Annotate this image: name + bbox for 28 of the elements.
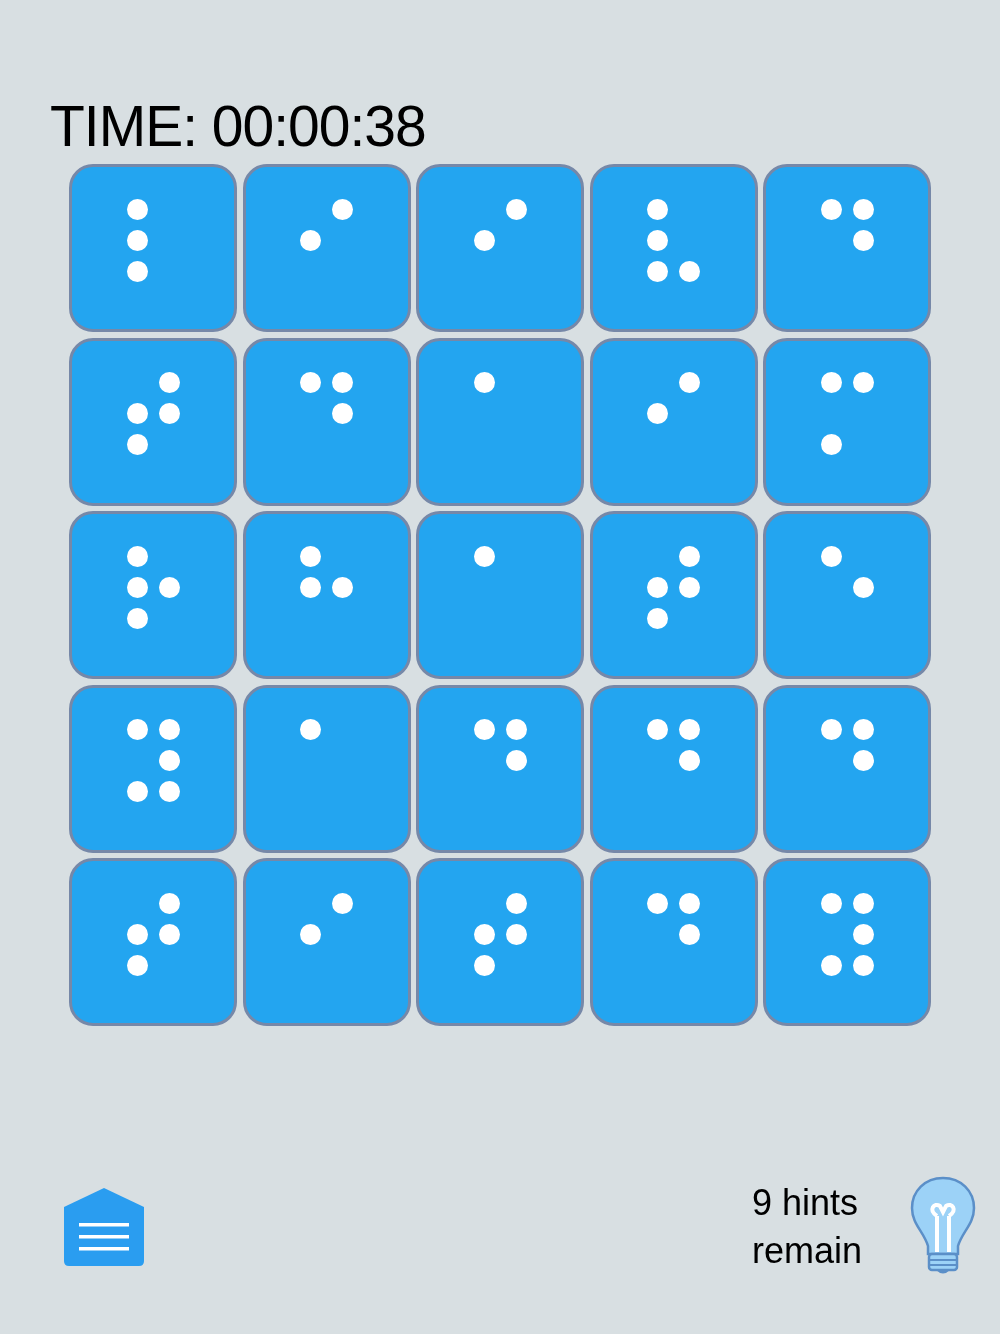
braille-tile[interactable]: [416, 684, 584, 853]
braille-tile[interactable]: [589, 858, 758, 1026]
braille-tile[interactable]: [763, 684, 931, 853]
braille-tile[interactable]: [242, 511, 411, 679]
braille-tile[interactable]: [416, 511, 584, 679]
braille-tile[interactable]: [589, 684, 758, 853]
hints-remaining-text: 9 hints remain: [752, 1181, 864, 1273]
braille-tile[interactable]: [69, 858, 237, 1026]
braille-tile[interactable]: [242, 684, 411, 853]
braille-tile[interactable]: [416, 337, 584, 506]
braille-tile[interactable]: [69, 511, 237, 679]
braille-tile[interactable]: [763, 511, 931, 679]
braille-tile[interactable]: [416, 858, 584, 1026]
braille-tile[interactable]: [69, 684, 237, 853]
braille-tile[interactable]: [589, 511, 758, 679]
braille-tile[interactable]: [763, 164, 931, 332]
braille-tile[interactable]: [242, 164, 411, 332]
braille-tile[interactable]: [763, 337, 931, 506]
home-button[interactable]: [62, 1187, 146, 1267]
braille-tile[interactable]: [763, 858, 931, 1026]
timer-label: TIME: 00:00:38: [50, 93, 427, 160]
braille-tile[interactable]: [242, 337, 411, 506]
braille-tile[interactable]: [589, 337, 758, 506]
braille-tile[interactable]: [69, 164, 237, 332]
braille-tile[interactable]: [416, 164, 584, 332]
braille-tile[interactable]: [589, 164, 758, 332]
braille-tile[interactable]: [242, 858, 411, 1026]
braille-tile[interactable]: [69, 337, 237, 506]
